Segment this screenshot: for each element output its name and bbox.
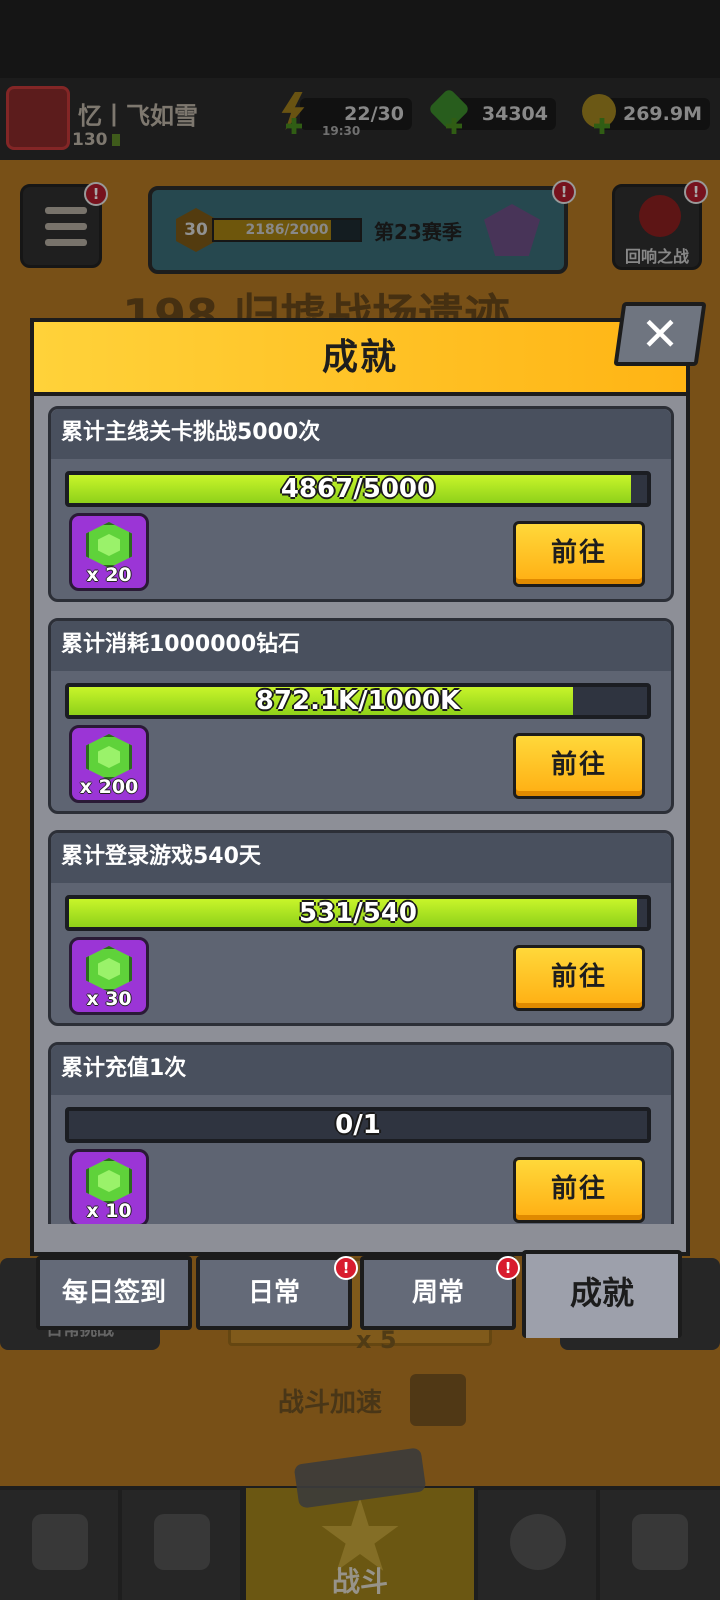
status-bar-area — [0, 0, 720, 78]
achievement-progress-text: 872.1K/1000K — [255, 686, 461, 716]
reward-item[interactable]: x 20 — [69, 513, 149, 591]
reward-item[interactable]: x 200 — [69, 725, 149, 803]
achievement-title: 累计消耗1000000钻石 — [61, 632, 301, 657]
green-gem-icon — [86, 734, 132, 780]
go-button[interactable]: 前往 — [513, 945, 645, 1011]
green-gem-icon — [86, 1158, 132, 1204]
tab-label: 每日签到 — [61, 1278, 166, 1308]
achievement-card: 累计主线关卡挑战5000次 4867/5000 x 20 前往 — [48, 406, 674, 602]
green-gem-icon — [86, 946, 132, 992]
modal-header: 成就 — [34, 322, 686, 396]
reward-quantity: x 10 — [86, 1200, 132, 1222]
tab-label: 周常 — [411, 1278, 464, 1308]
achievement-progress-text: 531/540 — [298, 898, 418, 928]
reward-item[interactable]: x 10 — [69, 1149, 149, 1224]
tab-label: 成就 — [569, 1274, 634, 1312]
achievement-modal: 成就 累计主线关卡挑战5000次 4867/5000 x 20 前往 累计消耗10000… — [30, 318, 690, 1256]
go-button[interactable]: 前往 — [513, 521, 645, 587]
tab-daily[interactable]: 日常 — [196, 1256, 352, 1330]
achievement-progress-bar: 4867/5000 — [65, 471, 651, 507]
achievement-header: 累计主线关卡挑战5000次 — [51, 409, 671, 459]
modal-title: 成就 — [321, 337, 398, 378]
reward-quantity: x 200 — [79, 776, 139, 798]
tab-daily-checkin[interactable]: 每日签到 — [36, 1256, 192, 1330]
tab-label: 日常 — [247, 1278, 300, 1308]
tab-weekly[interactable]: 周常 — [360, 1256, 516, 1330]
close-button[interactable]: ✕ — [613, 302, 707, 366]
reward-quantity: x 20 — [86, 564, 132, 586]
achievement-list[interactable]: 累计主线关卡挑战5000次 4867/5000 x 20 前往 累计消耗1000000钻… — [48, 406, 674, 1224]
achievement-card: 累计充值1次 0/1 x 10 前往 — [48, 1042, 674, 1224]
achievement-progress-bar: 0/1 — [65, 1107, 651, 1143]
achievement-header: 累计登录游戏540天 — [51, 833, 671, 883]
achievement-header: 累计消耗1000000钻石 — [51, 621, 671, 671]
achievement-title: 累计充值1次 — [61, 1056, 187, 1081]
achievement-card: 累计消耗1000000钻石 872.1K/1000K x 200 前往 — [48, 618, 674, 814]
achievement-title: 累计主线关卡挑战5000次 — [61, 420, 321, 445]
achievement-progress-bar: 872.1K/1000K — [65, 683, 651, 719]
go-button[interactable]: 前往 — [513, 1157, 645, 1223]
reward-quantity: x 30 — [86, 988, 132, 1010]
achievement-progress-text: 4867/5000 — [280, 474, 436, 504]
close-icon: ✕ — [640, 307, 680, 361]
achievement-header: 累计充值1次 — [51, 1045, 671, 1095]
achievement-card: 累计登录游戏540天 531/540 x 30 前往 — [48, 830, 674, 1026]
achievement-title: 累计登录游戏540天 — [61, 844, 261, 869]
go-button[interactable]: 前往 — [513, 733, 645, 799]
reward-item[interactable]: x 30 — [69, 937, 149, 1015]
achievement-progress-bar: 531/540 — [65, 895, 651, 931]
tab-achievements[interactable]: 成就 — [522, 1250, 682, 1338]
tab-daily-badge: ! — [334, 1256, 358, 1280]
tab-weekly-badge: ! — [496, 1256, 520, 1280]
green-gem-icon — [86, 522, 132, 568]
achievement-progress-text: 0/1 — [335, 1110, 381, 1140]
